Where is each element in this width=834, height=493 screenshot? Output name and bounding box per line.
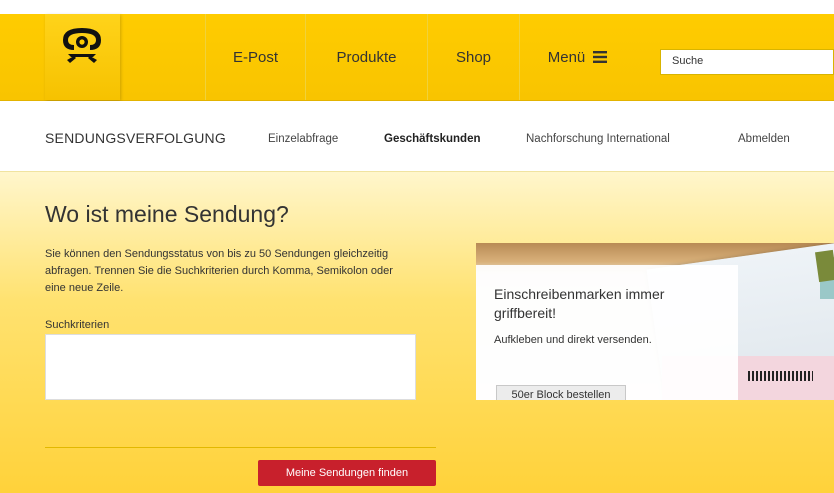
search-criteria-label: Suchkriterien — [45, 319, 110, 331]
promo-stamp-green-image — [815, 249, 834, 283]
order-block-button[interactable]: 50er Block bestellen — [496, 385, 626, 400]
find-shipments-button[interactable]: Meine Sendungen finden — [258, 460, 436, 486]
subnav-link-nachforschung-international[interactable]: Nachforschung International — [526, 133, 670, 145]
subnav-link-geschaeftskunden[interactable]: Geschäftskunden — [384, 133, 481, 145]
barcode-image — [748, 371, 813, 381]
promo-banner[interactable]: Einschreibenmarken immer griffbereit! Au… — [476, 243, 834, 400]
deutsche-post-logo[interactable] — [45, 14, 120, 100]
hamburger-menu-icon — [593, 51, 608, 63]
page-description: Sie können den Sendungsstatus von bis zu… — [45, 248, 393, 294]
nav-menu[interactable]: Menü — [519, 14, 635, 100]
main-content: Wo ist meine Sendung? Sie können den Sen… — [0, 172, 834, 493]
search-input[interactable]: Suche — [660, 49, 834, 75]
nav-e-post[interactable]: E-Post — [205, 14, 305, 100]
tracking-subnav: SENDUNGSVERFOLGUNG Einzelabfrage Geschäf… — [0, 101, 834, 172]
page-title: Wo ist meine Sendung? — [45, 201, 289, 227]
subnav-link-abmelden[interactable]: Abmelden — [738, 133, 790, 145]
promo-card: Einschreibenmarken immer griffbereit! Au… — [476, 265, 738, 400]
main-nav: E-Post Produkte Shop Menü — [205, 14, 635, 100]
subnav-title: SENDUNGSVERFOLGUNG — [45, 130, 226, 146]
search-criteria-textarea[interactable] — [45, 334, 416, 400]
form-divider — [45, 447, 436, 448]
site-header: E-Post Produkte Shop Menü Suche — [0, 14, 834, 101]
nav-shop[interactable]: Shop — [427, 14, 519, 100]
promo-subtitle: Aufkleben und direkt versenden. — [494, 334, 652, 346]
post-horn-icon — [63, 28, 101, 63]
promo-title: Einschreibenmarken immer griffbereit! — [494, 286, 665, 321]
nav-produkte[interactable]: Produkte — [305, 14, 427, 100]
subnav-link-einzelabfrage[interactable]: Einzelabfrage — [268, 133, 338, 145]
